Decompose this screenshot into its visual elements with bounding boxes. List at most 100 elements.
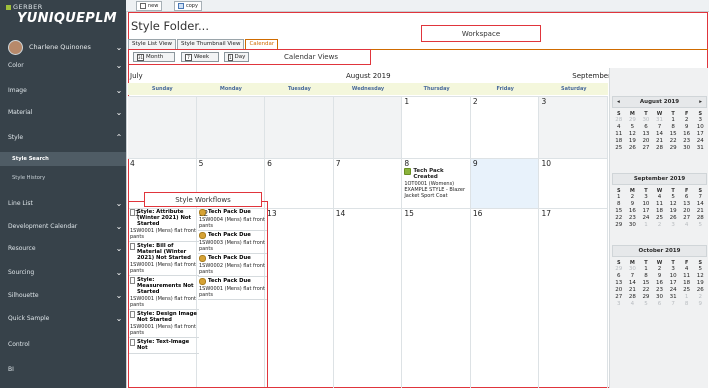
- mini-day[interactable]: 26: [626, 145, 640, 152]
- calendar-day-cell[interactable]: 7: [334, 159, 403, 208]
- mini-day[interactable]: 28: [693, 215, 707, 222]
- calendar-day-cell[interactable]: 6: [265, 159, 334, 208]
- calendar-day-cell[interactable]: [333, 97, 403, 158]
- mini-day[interactable]: 29: [639, 294, 653, 301]
- mini-day[interactable]: 31: [666, 294, 680, 301]
- sidebar-item-bi[interactable]: BI: [0, 362, 126, 376]
- mini-day[interactable]: 9: [693, 301, 707, 308]
- mini-day[interactable]: 5: [626, 124, 640, 131]
- mini-day[interactable]: 21: [653, 138, 667, 145]
- mini-day[interactable]: 25: [680, 287, 694, 294]
- tab-calendar[interactable]: Calendar: [245, 39, 279, 49]
- mini-day[interactable]: 29: [612, 222, 626, 229]
- mini-day[interactable]: 2: [626, 194, 640, 201]
- calendar-day-cell[interactable]: 10: [539, 159, 609, 208]
- sidebar-item-resource[interactable]: Resource ⌄: [0, 241, 126, 255]
- sidebar-item-material[interactable]: Material ⌄: [0, 105, 126, 119]
- new-button[interactable]: new: [136, 1, 163, 11]
- mini-day[interactable]: 12: [626, 131, 640, 138]
- mini-day[interactable]: 1: [666, 117, 680, 124]
- sidebar-item-image[interactable]: Image ⌄: [0, 83, 126, 97]
- mini-day[interactable]: 5: [639, 301, 653, 308]
- sidebar-item-development-calendar[interactable]: Development Calendar ⌄: [0, 219, 126, 233]
- calendar-day-cell[interactable]: 16: [471, 209, 540, 388]
- mini-day[interactable]: 20: [639, 138, 653, 145]
- mini-day[interactable]: 19: [666, 208, 680, 215]
- mini-day[interactable]: 7: [666, 301, 680, 308]
- mini-day[interactable]: 26: [666, 215, 680, 222]
- mini-day[interactable]: 5: [693, 266, 707, 273]
- sidebar-item-silhouette[interactable]: Silhouette ⌄: [0, 288, 126, 302]
- mini-day[interactable]: 29: [626, 117, 640, 124]
- mini-day[interactable]: 16: [653, 280, 667, 287]
- mini-day[interactable]: 18: [680, 280, 694, 287]
- mini-day[interactable]: 3: [612, 301, 626, 308]
- mini-day[interactable]: 24: [639, 215, 653, 222]
- mini-day[interactable]: 24: [666, 287, 680, 294]
- mini-day[interactable]: 3: [639, 194, 653, 201]
- mini-day[interactable]: 8: [639, 273, 653, 280]
- mini-day[interactable]: 30: [653, 294, 667, 301]
- mini-day[interactable]: 16: [626, 208, 640, 215]
- mini-day[interactable]: 29: [666, 145, 680, 152]
- tech-pack-created-event[interactable]: Tech Pack Created: [404, 168, 468, 180]
- mini-day[interactable]: 17: [693, 131, 707, 138]
- mini-day[interactable]: 26: [693, 287, 707, 294]
- mini-day[interactable]: 22: [612, 215, 626, 222]
- mini-day[interactable]: 11: [680, 273, 694, 280]
- mini-day[interactable]: 12: [693, 273, 707, 280]
- mini-day[interactable]: 12: [666, 201, 680, 208]
- calendar-day-cell-today[interactable]: 9: [470, 159, 540, 208]
- mini-day[interactable]: 30: [626, 222, 640, 229]
- sidebar-item-style-history[interactable]: Style History: [0, 171, 126, 185]
- calendar-day-cell[interactable]: 1: [402, 97, 471, 158]
- day-view-button[interactable]: 1 Day: [224, 52, 249, 62]
- mini-day[interactable]: 20: [680, 208, 694, 215]
- mini-day[interactable]: 6: [680, 194, 694, 201]
- mini-day[interactable]: 25: [612, 145, 626, 152]
- next-month-icon[interactable]: ▸: [699, 99, 702, 105]
- mini-day[interactable]: 1: [680, 294, 694, 301]
- mini-day[interactable]: 15: [612, 208, 626, 215]
- mini-day[interactable]: 9: [680, 124, 694, 131]
- tab-style-list-view[interactable]: Style List View: [128, 39, 176, 49]
- calendar-day-cell[interactable]: 8 Tech Pack Created 1OT0001 (Womens) EXA…: [402, 159, 471, 208]
- mini-day[interactable]: 2: [653, 266, 667, 273]
- mini-day[interactable]: 15: [639, 280, 653, 287]
- mini-day[interactable]: 2: [653, 222, 667, 229]
- mini-day[interactable]: 9: [653, 273, 667, 280]
- mini-day[interactable]: 13: [680, 201, 694, 208]
- calendar-day-cell[interactable]: [196, 97, 266, 158]
- mini-day[interactable]: 14: [653, 131, 667, 138]
- next-month-link[interactable]: September: [572, 72, 611, 80]
- mini-day[interactable]: 7: [693, 194, 707, 201]
- mini-day[interactable]: 10: [639, 201, 653, 208]
- mini-day[interactable]: 28: [653, 145, 667, 152]
- mini-day[interactable]: 6: [612, 273, 626, 280]
- mini-day[interactable]: 28: [626, 294, 640, 301]
- mini-day[interactable]: 25: [653, 215, 667, 222]
- mini-day[interactable]: 2: [680, 117, 694, 124]
- mini-day[interactable]: 20: [612, 287, 626, 294]
- calendar-day-cell[interactable]: 15: [402, 209, 471, 388]
- mini-day[interactable]: 13: [639, 131, 653, 138]
- prev-month-icon[interactable]: ◂: [617, 99, 620, 105]
- mini-day[interactable]: 29: [612, 266, 626, 273]
- mini-day[interactable]: 4: [680, 222, 694, 229]
- mini-day[interactable]: 6: [639, 124, 653, 131]
- mini-day[interactable]: 2: [693, 294, 707, 301]
- sidebar-item-control[interactable]: Control: [0, 337, 126, 351]
- mini-day[interactable]: 7: [653, 124, 667, 131]
- week-view-button[interactable]: 7 Week: [181, 52, 219, 62]
- calendar-day-cell[interactable]: 14: [334, 209, 403, 388]
- user-menu[interactable]: Charlene Quinones ⌄: [8, 37, 126, 57]
- mini-day[interactable]: 30: [626, 266, 640, 273]
- mini-day[interactable]: 3: [666, 222, 680, 229]
- mini-day[interactable]: 9: [626, 201, 640, 208]
- mini-day[interactable]: 1: [639, 222, 653, 229]
- mini-day[interactable]: 15: [666, 131, 680, 138]
- mini-day[interactable]: 11: [612, 131, 626, 138]
- mini-day[interactable]: 5: [693, 222, 707, 229]
- mini-day[interactable]: 8: [680, 301, 694, 308]
- calendar-day-cell[interactable]: [128, 97, 197, 158]
